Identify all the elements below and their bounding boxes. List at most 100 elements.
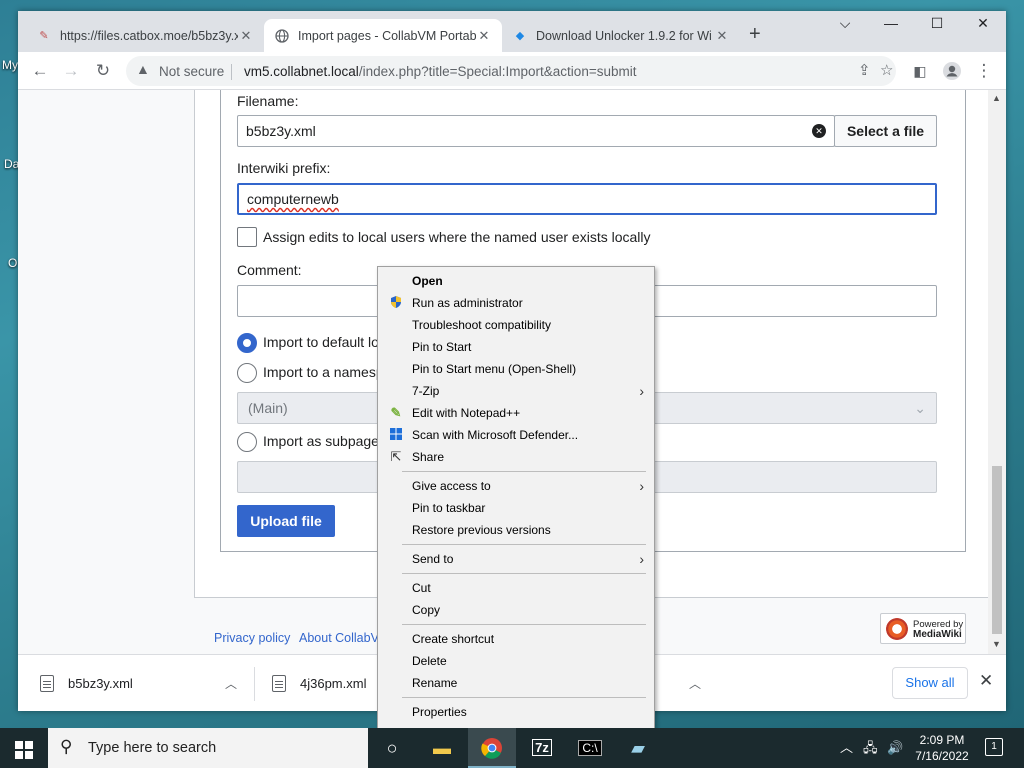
address-bar[interactable]: ▲ Not secure vm5.collabnet.local/index.p…	[126, 56, 896, 86]
scroll-down-icon[interactable]: ▼	[992, 639, 1001, 649]
chevron-up-icon[interactable]: ︿	[689, 675, 701, 692]
url-text[interactable]: vm5.collabnet.local/index.php?title=Spec…	[244, 64, 636, 79]
select-file-button[interactable]: Select a file	[834, 115, 937, 147]
scroll-thumb[interactable]	[992, 466, 1002, 634]
desktop-icon-label[interactable]: My	[2, 58, 18, 72]
interwiki-field[interactable]: computernewb	[237, 183, 937, 215]
tab-close-icon[interactable]: ✕	[238, 28, 254, 44]
tab-search-chevron-icon[interactable]: ⌵	[822, 15, 868, 32]
context-menu-item[interactable]: ⇱ Share	[378, 446, 654, 468]
show-all-button[interactable]: Show all	[892, 667, 968, 699]
context-menu-item-label: Properties	[412, 705, 467, 719]
context-menu-item[interactable]: Give access to ›	[378, 475, 654, 497]
radio-default-label[interactable]: Import to default lo	[263, 334, 379, 350]
context-menu-item[interactable]: Open	[378, 270, 654, 292]
warning-triangle-icon[interactable]: ▲	[136, 61, 150, 77]
context-menu-item[interactable]: Troubleshoot compatibility	[378, 314, 654, 336]
upload-file-button[interactable]: Upload file	[237, 505, 335, 537]
context-menu-item[interactable]: Create shortcut	[378, 628, 654, 650]
file-icon	[40, 675, 54, 692]
context-menu-item-label: Troubleshoot compatibility	[412, 318, 551, 332]
context-menu-item[interactable]: Pin to Start menu (Open-Shell)	[378, 358, 654, 380]
maximize-button[interactable]: ☐	[914, 15, 960, 32]
desktop-icon-label[interactable]: O	[8, 256, 17, 270]
close-window-button[interactable]: ✕	[960, 15, 1006, 32]
tab-title: Import pages - CollabVM Portab	[298, 28, 476, 43]
catbox-favicon-icon: ✎	[39, 30, 49, 42]
context-menu-item[interactable]: Restore previous versions	[378, 519, 654, 541]
context-menu-item[interactable]: Send to ›	[378, 548, 654, 570]
clear-file-icon[interactable]: ✕	[812, 124, 826, 138]
clock-date: 7/16/2022	[915, 749, 969, 763]
context-menu-item[interactable]: Properties	[378, 701, 654, 723]
chevron-up-icon[interactable]: ︿	[225, 675, 237, 692]
context-menu-item-label: Scan with Microsoft Defender...	[412, 428, 579, 442]
vertical-scrollbar[interactable]: ▲ ▼	[988, 90, 1006, 654]
assign-edits-label[interactable]: Assign edits to local users where the na…	[263, 229, 651, 245]
tray-chevron-icon[interactable]: ︿	[840, 728, 853, 768]
shield-icon	[388, 295, 404, 311]
radio-subpage-label[interactable]: Import as subpage	[263, 433, 379, 449]
filename-field[interactable]: b5bz3y.xml ✕	[237, 115, 835, 147]
kebab-menu-icon[interactable]: ⋮	[972, 59, 996, 83]
context-menu-item-label: Pin to Start	[412, 340, 472, 354]
about-link[interactable]: About CollabV	[299, 631, 379, 645]
context-menu-item[interactable]: ✎ Edit with Notepad++	[378, 402, 654, 424]
search-icon: ⚲	[60, 737, 73, 756]
start-button[interactable]	[0, 728, 48, 768]
powered-by-mediawiki-badge[interactable]: Powered by MediaWiki	[880, 613, 966, 644]
chrome-icon[interactable]	[468, 728, 516, 768]
notepad-icon[interactable]: ▰	[614, 728, 662, 768]
tab-import-pages[interactable]: Import pages - CollabVM Portab ✕	[264, 19, 502, 52]
context-menu-item[interactable]: Run as administrator	[378, 292, 654, 314]
profile-avatar-icon[interactable]	[940, 59, 964, 83]
context-menu-item-label: Copy	[412, 603, 441, 617]
back-arrow-icon[interactable]: ←	[28, 59, 52, 83]
security-label[interactable]: Not secure	[159, 64, 224, 79]
tab-close-icon[interactable]: ✕	[714, 28, 730, 44]
omnibox-divider	[231, 64, 232, 80]
tab-catbox[interactable]: ✎ https://files.catbox.moe/b5bz3y.x ✕	[26, 19, 264, 52]
side-panel-icon[interactable]: ◧	[908, 59, 932, 83]
context-menu-item[interactable]: Copy	[378, 599, 654, 621]
share-page-icon[interactable]: ⇪	[858, 61, 871, 79]
clock-time: 2:09 PM	[919, 733, 965, 747]
scroll-up-icon[interactable]: ▲	[992, 93, 1001, 103]
taskbar-clock[interactable]: 2:09 PM 7/16/2022	[912, 732, 972, 764]
taskbar-search-box[interactable]: ⚲ Type here to search	[48, 728, 368, 768]
radio-subpage[interactable]	[237, 432, 257, 452]
tab-strip: ✎ https://files.catbox.moe/b5bz3y.x ✕ Im…	[18, 11, 1006, 52]
download-item[interactable]: b5bz3y.xml	[40, 655, 133, 712]
notification-center-icon[interactable]: 1	[985, 738, 1003, 756]
context-menu-item-label: Pin to taskbar	[412, 501, 486, 515]
mediawiki-logo-icon	[886, 618, 908, 640]
reload-icon[interactable]: ↻	[91, 59, 115, 83]
tab-close-icon[interactable]: ✕	[476, 28, 492, 44]
download-item[interactable]: 4j36pm.xml	[272, 655, 366, 712]
context-menu-item[interactable]: Cut	[378, 577, 654, 599]
close-downloads-icon[interactable]: ✕	[979, 671, 993, 691]
assign-edits-checkbox[interactable]	[237, 227, 257, 247]
context-menu-item[interactable]: Delete	[378, 650, 654, 672]
minimize-button[interactable]: —	[868, 15, 914, 31]
forward-arrow-icon[interactable]: →	[59, 59, 83, 83]
tab-download-unlocker[interactable]: ◆ Download Unlocker 1.9.2 for Wi ✕	[502, 19, 740, 52]
task-view-icon[interactable]: ○	[368, 728, 416, 768]
context-menu-item-label: 7-Zip	[412, 384, 440, 398]
context-menu-item[interactable]: Rename	[378, 672, 654, 694]
context-menu-item[interactable]: Scan with Microsoft Defender...	[378, 424, 654, 446]
network-icon[interactable]: 🖧	[863, 728, 878, 768]
new-tab-button[interactable]: +	[749, 24, 761, 44]
context-menu-item[interactable]: Pin to Start	[378, 336, 654, 358]
context-menu-item[interactable]: Pin to taskbar	[378, 497, 654, 519]
7zip-icon[interactable]: 7z	[518, 728, 566, 768]
volume-icon[interactable]: 🔊	[887, 728, 903, 768]
radio-default-location[interactable]	[237, 333, 257, 353]
bookmark-star-icon[interactable]: ☆	[880, 61, 893, 79]
file-explorer-icon[interactable]: ▬	[418, 728, 466, 768]
privacy-policy-link[interactable]: Privacy policy	[214, 631, 290, 645]
radio-namespace-label[interactable]: Import to a namesp	[263, 364, 384, 380]
context-menu-item[interactable]: 7-Zip ›	[378, 380, 654, 402]
terminal-icon[interactable]: C:\	[566, 728, 614, 768]
radio-namespace[interactable]	[237, 363, 257, 383]
